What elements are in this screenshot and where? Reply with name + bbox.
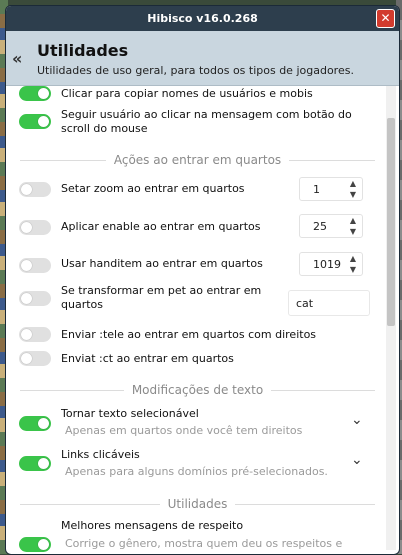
stepper-value: 1 (313, 183, 320, 196)
label-pet-line2: quartos (61, 298, 103, 311)
label-ct: Enviat :ct ao entrar em quartos (61, 352, 234, 365)
stepper-value: 1019 (313, 258, 341, 271)
settings-list: Clicar para copiar nomes de usuários e m… (6, 86, 385, 554)
toggle-clickable-links[interactable] (19, 456, 51, 471)
stepper-value: 25 (313, 220, 327, 233)
pet-input[interactable]: cat (288, 290, 370, 316)
desc-clickable-links: Apenas para alguns domínios pré-selecion… (65, 465, 328, 478)
label-respect-messages: Melhores mensagens de respeito (61, 519, 244, 532)
label-selectable-text: Tornar texto selecionável (61, 407, 199, 420)
chevron-up-icon[interactable]: ▲ (350, 216, 356, 225)
toggle-knob (38, 418, 49, 429)
chevron-down-icon[interactable]: ⌄ (351, 412, 363, 428)
label-copy-names: Clicar para copiar nomes de usuários e m… (61, 87, 313, 100)
chevron-down-icon[interactable]: ▼ (350, 190, 356, 199)
section-header-rooms: Ações ao entrar em quartos (20, 153, 375, 167)
page-title: Utilidades (37, 41, 129, 60)
toggle-knob (38, 539, 49, 550)
label-follow-user-line2: scroll do mouse (61, 122, 148, 135)
toggle-handitem[interactable] (19, 258, 51, 273)
window-title: Hibisco v16.0.268 (147, 12, 258, 25)
utilities-window: Hibisco v16.0.268 ✕ « Utilidades Utilida… (5, 5, 400, 555)
toggle-knob (38, 458, 49, 469)
section-title: Modificações de texto (131, 383, 264, 397)
chevron-up-icon[interactable]: ▲ (350, 179, 356, 188)
section-header-utils: Utilidades (20, 497, 375, 511)
page-subtitle: Utilidades de uso geral, para todos os t… (37, 64, 354, 77)
toggle-knob (38, 116, 49, 127)
toggle-knob (21, 353, 32, 364)
scroll-thumb[interactable] (387, 118, 395, 326)
scrollbar[interactable] (386, 86, 396, 550)
toggle-knob (21, 329, 32, 340)
label-enable: Aplicar enable ao entrar em quartos (61, 220, 261, 233)
desc-selectable-text: Apenas em quartos onde você tem direitos (65, 424, 303, 437)
toggle-knob (21, 184, 32, 195)
label-follow-user-line1: Seguir usuário ao clicar na mensagem com… (61, 108, 352, 121)
toggle-selectable-text[interactable] (19, 416, 51, 431)
handitem-stepper[interactable]: 1019 ▲ ▼ (299, 252, 363, 276)
chevron-down-icon[interactable]: ▼ (350, 265, 356, 274)
toggle-copy-names[interactable] (19, 86, 51, 101)
zoom-stepper[interactable]: 1 ▲ ▼ (299, 177, 363, 201)
toggle-follow-user[interactable] (19, 114, 51, 129)
chevron-down-icon[interactable]: ▼ (350, 227, 356, 236)
toggle-respect-messages[interactable] (19, 537, 51, 552)
desc-respect-messages: Corrige o gênero, mostra quem deu os res… (65, 537, 343, 550)
toggle-ct[interactable] (19, 351, 51, 366)
toggle-knob (21, 222, 32, 233)
label-zoom: Setar zoom ao entrar em quartos (61, 182, 245, 195)
chevron-down-icon[interactable]: ⌄ (351, 452, 363, 468)
section-title: Ações ao entrar em quartos (113, 153, 282, 167)
toggle-zoom[interactable] (19, 182, 51, 197)
window-titlebar[interactable]: Hibisco v16.0.268 ✕ (6, 6, 399, 31)
toggle-knob (21, 293, 32, 304)
label-tele: Enviar :tele ao entrar em quartos com di… (61, 328, 317, 341)
section-header-text: Modificações de texto (20, 383, 375, 397)
toggle-knob (21, 260, 32, 271)
page-header: « Utilidades Utilidades de uso geral, pa… (6, 31, 399, 86)
toggle-pet[interactable] (19, 291, 51, 306)
toggle-knob (38, 88, 49, 99)
label-handitem: Usar handitem ao entrar em quartos (61, 257, 263, 270)
chevron-up-icon[interactable]: ▲ (350, 254, 356, 263)
label-clickable-links: Links clicáveis (61, 448, 140, 461)
double-chevron-left-icon[interactable]: « (12, 49, 22, 68)
section-title: Utilidades (167, 497, 228, 511)
toggle-tele[interactable] (19, 327, 51, 342)
toggle-enable[interactable] (19, 220, 51, 235)
close-icon[interactable]: ✕ (376, 9, 395, 28)
enable-stepper[interactable]: 25 ▲ ▼ (299, 214, 363, 238)
label-pet-line1: Se transformar em pet ao entrar em (61, 284, 262, 297)
